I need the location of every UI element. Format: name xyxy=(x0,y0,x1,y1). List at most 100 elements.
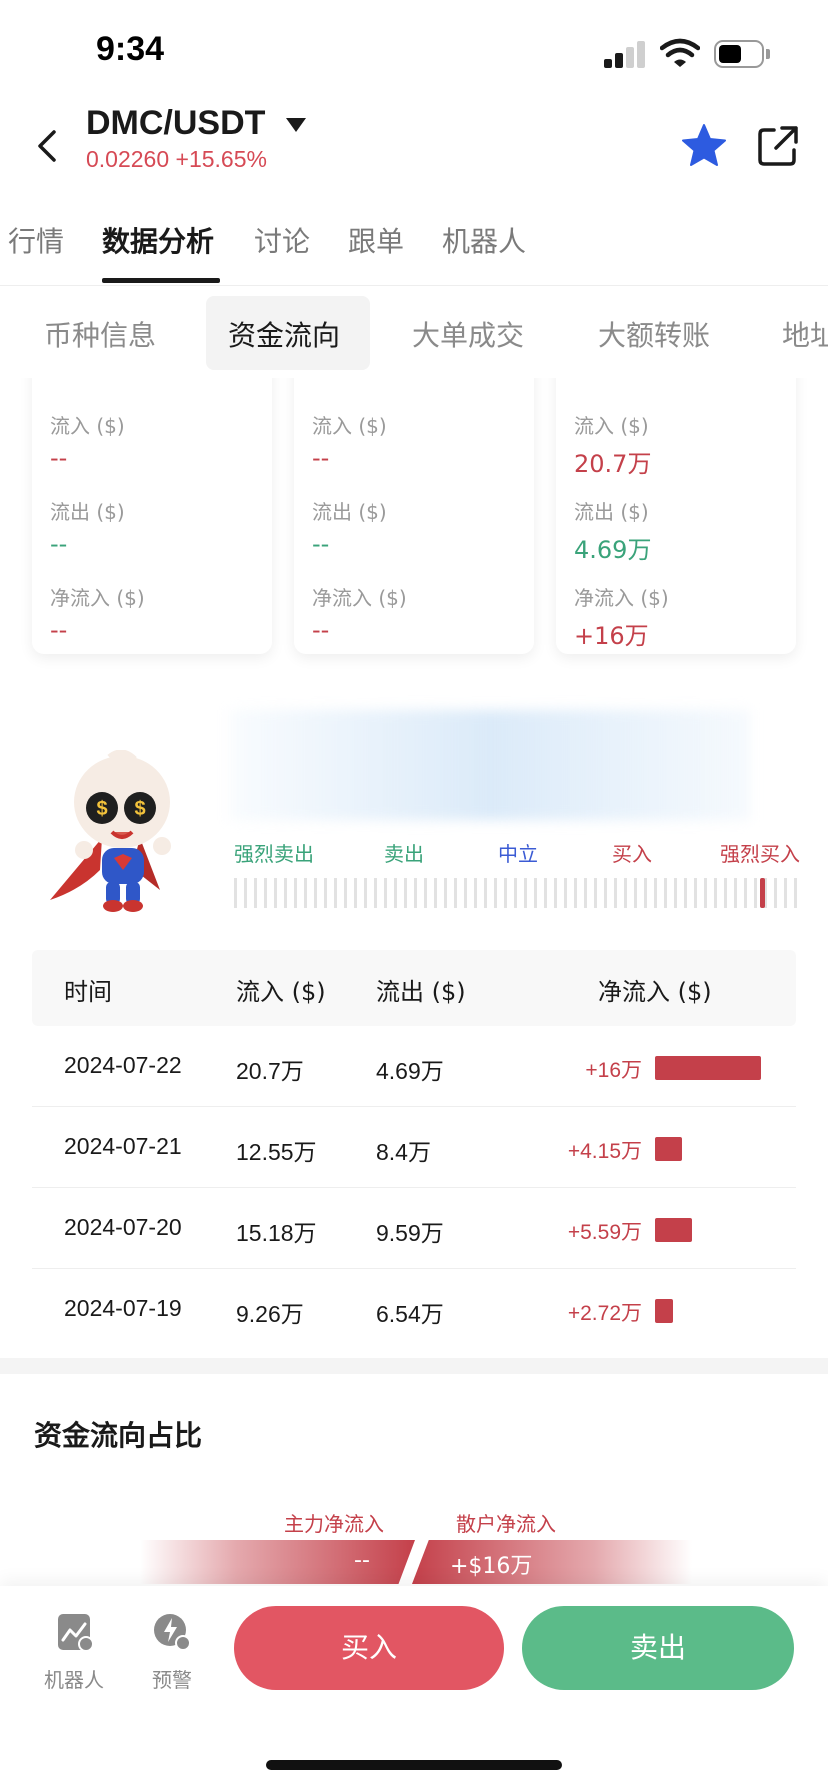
row-net-inflow: +4.15万 xyxy=(567,1140,642,1163)
alert-nav-item[interactable]: 预警 xyxy=(132,1610,212,1693)
outflow-value: 4.69万 xyxy=(574,536,652,564)
sentiment-neutral-label: 中立 xyxy=(498,842,538,866)
row-inflow: 15.18万 xyxy=(236,1220,317,1246)
proportion-bars: -- +$16万 xyxy=(0,1540,828,1584)
retail-net-inflow-label: 散户净流入 xyxy=(456,1512,556,1536)
outflow-value: -- xyxy=(312,530,330,558)
row-net-inflow: +2.72万 xyxy=(567,1302,642,1325)
sub-tabs: 币种信息 资金流向 大单成交 大额转账 地址 xyxy=(0,296,828,370)
robot-nav-item[interactable]: 机器人 xyxy=(34,1610,114,1693)
sentiment-glow xyxy=(230,710,750,820)
row-outflow: 8.4万 xyxy=(376,1139,431,1165)
alert-bolt-icon xyxy=(154,1614,191,1651)
section-divider xyxy=(0,1358,828,1374)
caret-down-icon[interactable] xyxy=(284,116,308,134)
inflow-value: -- xyxy=(50,444,68,472)
sentiment-gauge-marker xyxy=(760,878,765,908)
tab-discussion[interactable]: 讨论 xyxy=(254,220,310,260)
active-tab-indicator xyxy=(102,278,220,283)
buy-button[interactable]: 买入 xyxy=(234,1606,504,1690)
alert-nav-label: 预警 xyxy=(152,1668,192,1692)
inflow-value: 20.7万 xyxy=(574,450,652,478)
sentiment-strong-sell-label: 强烈卖出 xyxy=(234,842,314,866)
header: DMC/USDT 0.02260 +15.65% xyxy=(0,100,828,184)
outflow-label: 流出 ($) xyxy=(312,500,387,524)
inflow-value: -- xyxy=(312,444,330,472)
subtab-address[interactable]: 地址 xyxy=(782,314,828,354)
price-change: +15.65% xyxy=(175,146,267,172)
main-net-inflow-label: 主力净流入 xyxy=(284,1512,384,1536)
inflow-label: 流入 ($) xyxy=(50,414,125,438)
back-button[interactable] xyxy=(30,126,66,166)
tab-robot[interactable]: 机器人 xyxy=(442,220,526,260)
sentiment-strong-buy-label: 强烈买入 xyxy=(720,842,800,866)
row-outflow: 4.69万 xyxy=(376,1058,444,1084)
row-inflow: 12.55万 xyxy=(236,1139,317,1165)
svg-text:$: $ xyxy=(134,798,145,820)
tab-market[interactable]: 行情 xyxy=(8,220,64,260)
cellular-signal-icon xyxy=(604,40,648,68)
favorite-star-icon[interactable] xyxy=(680,122,728,170)
pair-title[interactable]: DMC/USDT xyxy=(86,104,265,143)
robot-chart-icon xyxy=(58,1614,94,1652)
net-inflow-label: 净流入 ($) xyxy=(50,586,145,610)
net-inflow-value: +16万 xyxy=(574,622,649,650)
stat-card: 流入 ($) -- 流出 ($) -- 净流入 ($) -- xyxy=(294,378,534,654)
subtab-large-transfers[interactable]: 大额转账 xyxy=(598,314,710,354)
inflow-label: 流入 ($) xyxy=(574,414,649,438)
main-tabs: 行情 数据分析 讨论 跟单 机器人 xyxy=(0,212,828,286)
row-date: 2024-07-21 xyxy=(64,1133,182,1159)
tab-data-analysis[interactable]: 数据分析 xyxy=(102,220,214,260)
stat-card: 流入 ($) 20.7万 流出 ($) 4.69万 净流入 ($) +16万 xyxy=(556,378,796,654)
subtab-coin-info[interactable]: 币种信息 xyxy=(44,314,156,354)
stat-card: 流入 ($) -- 流出 ($) -- 净流入 ($) -- xyxy=(32,378,272,654)
battery-icon xyxy=(714,40,770,68)
last-price: 0.02260 xyxy=(86,146,170,172)
subtab-fund-flow[interactable]: 资金流向 xyxy=(228,314,340,354)
row-net-inflow: +5.59万 xyxy=(567,1221,642,1244)
col-header-outflow: 流出 ($) xyxy=(376,978,466,1006)
sentiment-gauge xyxy=(234,878,800,908)
table-row: 2024-07-21 12.55万 8.4万 +4.15万 xyxy=(32,1107,796,1188)
row-inflow: 20.7万 xyxy=(236,1058,304,1084)
share-icon[interactable] xyxy=(756,124,800,168)
table-row: 2024-07-22 20.7万 4.69万 +16万 xyxy=(32,1026,796,1107)
outflow-label: 流出 ($) xyxy=(574,500,649,524)
row-date: 2024-07-20 xyxy=(64,1214,182,1240)
net-inflow-bar xyxy=(655,1299,673,1323)
proportion-title: 资金流向占比 xyxy=(34,1419,203,1452)
col-header-time: 时间 xyxy=(64,978,112,1006)
sell-button[interactable]: 卖出 xyxy=(522,1606,794,1690)
proportion-labels: 主力净流入 散户净流入 xyxy=(0,1508,828,1538)
table-header: 时间 流入 ($) 流出 ($) 净流入 ($) xyxy=(32,950,796,1026)
sentiment-buy-label: 买入 xyxy=(612,842,652,866)
row-outflow: 6.54万 xyxy=(376,1301,444,1327)
stat-cards: 流入 ($) -- 流出 ($) -- 净流入 ($) -- 流入 ($) --… xyxy=(0,378,828,678)
svg-text:$: $ xyxy=(96,798,107,820)
net-inflow-bar xyxy=(655,1137,682,1161)
inflow-label: 流入 ($) xyxy=(312,414,387,438)
row-inflow: 9.26万 xyxy=(236,1301,304,1327)
subtab-large-orders[interactable]: 大单成交 xyxy=(412,314,524,354)
col-header-net-inflow: 净流入 ($) xyxy=(598,978,712,1006)
price-line: 0.02260 +15.65% xyxy=(86,146,267,173)
wifi-icon xyxy=(660,38,700,67)
home-indicator xyxy=(266,1760,562,1770)
sentiment-section: $ $ 强烈卖出 卖出 中立 买入 强烈买入 xyxy=(0,690,828,930)
row-date: 2024-07-19 xyxy=(64,1295,182,1321)
status-bar: 9:34 xyxy=(0,0,828,100)
row-outflow: 9.59万 xyxy=(376,1220,444,1246)
row-net-inflow: +16万 xyxy=(585,1059,642,1082)
tab-copy-trading[interactable]: 跟单 xyxy=(348,220,404,260)
net-inflow-value: -- xyxy=(50,616,68,644)
table-row: 2024-07-19 9.26万 6.54万 +2.72万 xyxy=(32,1269,796,1350)
table-row: 2024-07-20 15.18万 9.59万 +5.59万 xyxy=(32,1188,796,1269)
retail-net-inflow-value: +$16万 xyxy=(450,1554,533,1579)
row-date: 2024-07-22 xyxy=(64,1052,182,1078)
status-time: 9:34 xyxy=(96,30,165,68)
main-net-inflow-value: -- xyxy=(354,1548,370,1573)
net-inflow-bar xyxy=(655,1218,692,1242)
net-inflow-value: -- xyxy=(312,616,330,644)
net-inflow-label: 净流入 ($) xyxy=(312,586,407,610)
col-header-inflow: 流入 ($) xyxy=(236,978,326,1006)
